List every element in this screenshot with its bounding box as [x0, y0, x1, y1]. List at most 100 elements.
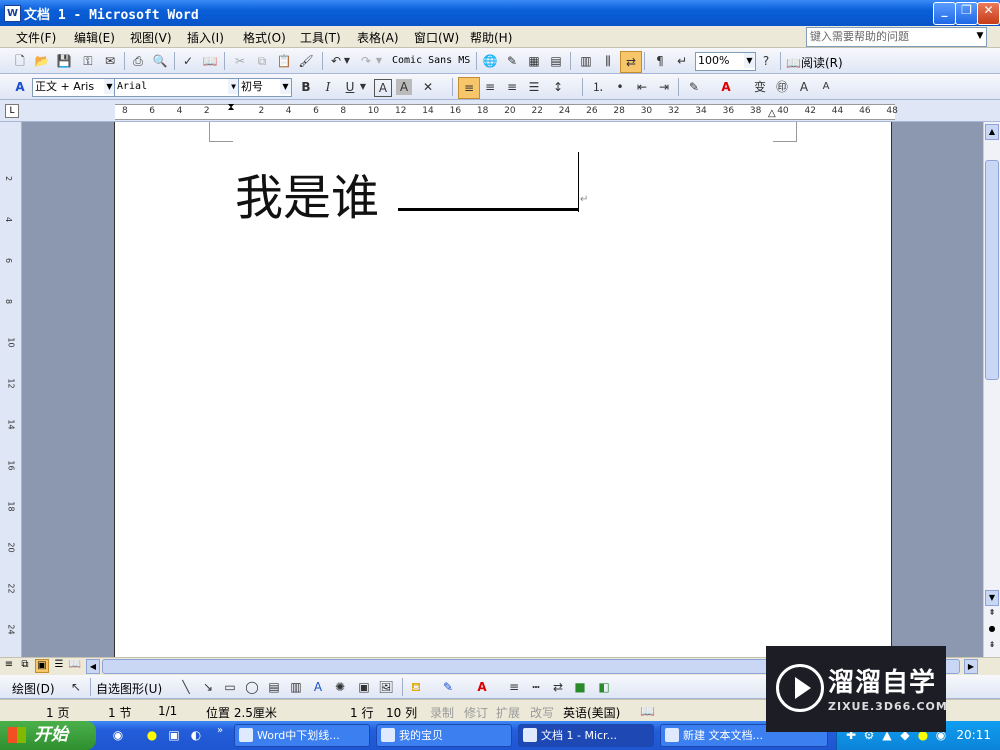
- fill-color-icon[interactable]: ⛾: [406, 677, 426, 697]
- char-scaling-icon[interactable]: ✕: [418, 77, 438, 97]
- chevron-down-icon[interactable]: ▼: [342, 51, 352, 71]
- pilcrow-icon[interactable]: ↵: [672, 51, 692, 71]
- help-search-input[interactable]: 键入需要帮助的问题 ▼: [806, 27, 987, 47]
- spelling-icon[interactable]: ✓: [178, 51, 198, 71]
- oval-icon[interactable]: ◯: [242, 677, 262, 697]
- browse-object-icon[interactable]: ●: [985, 624, 999, 638]
- restore-button[interactable]: ❐: [955, 2, 978, 25]
- clock[interactable]: 20:11: [956, 728, 991, 742]
- prev-page-icon[interactable]: ⇞: [985, 608, 999, 622]
- print-preview-icon[interactable]: 🔍: [150, 51, 170, 71]
- chevron-down-icon[interactable]: ▼: [374, 51, 384, 71]
- scroll-up-arrow[interactable]: ▲: [985, 124, 999, 140]
- redo-icon[interactable]: ↷: [356, 51, 376, 71]
- menu-insert[interactable]: 插入(I): [187, 29, 224, 46]
- select-objects-icon[interactable]: ↖: [66, 677, 86, 697]
- arrow-style-icon[interactable]: ⇄: [548, 677, 568, 697]
- underline-button[interactable]: U: [340, 77, 360, 97]
- email-icon[interactable]: ✉: [100, 51, 120, 71]
- menu-edit[interactable]: 编辑(E): [74, 29, 115, 46]
- menu-tools[interactable]: 工具(T): [300, 29, 341, 46]
- scroll-down-arrow[interactable]: ▼: [985, 590, 999, 606]
- save-icon[interactable]: 💾: [54, 51, 74, 71]
- reading-view-icon[interactable]: 📖: [68, 659, 82, 673]
- outline-view-icon[interactable]: ☰: [52, 659, 66, 673]
- status-trk[interactable]: 修订: [464, 704, 488, 721]
- show-hide-icon[interactable]: ¶: [650, 51, 670, 71]
- copy-icon[interactable]: ⧉: [252, 51, 272, 71]
- insert-picture-icon[interactable]: 🖼: [376, 677, 396, 697]
- task-word-underline[interactable]: Word中下划线...: [234, 724, 370, 747]
- highlight-icon[interactable]: ✎: [684, 77, 704, 97]
- vertical-ruler[interactable]: 2 4 6 8 10 12 14 16 18 20 22 24: [0, 122, 22, 657]
- vertical-textbox-icon[interactable]: ▥: [286, 677, 306, 697]
- menu-table[interactable]: 表格(A): [357, 29, 399, 46]
- arrow-icon[interactable]: ↘: [198, 677, 218, 697]
- help-icon[interactable]: ?: [756, 51, 776, 71]
- 3d-icon[interactable]: ◧: [594, 677, 614, 697]
- justify-icon[interactable]: ☰: [524, 77, 544, 97]
- print-icon[interactable]: ⎙: [128, 51, 148, 71]
- font-select[interactable]: Arial ▼: [114, 78, 240, 97]
- scroll-left-arrow[interactable]: ◀: [86, 659, 100, 674]
- font-size-select[interactable]: 初号 ▼: [238, 78, 292, 97]
- align-left-icon[interactable]: ≡: [458, 77, 480, 99]
- menu-format[interactable]: 格式(O): [243, 29, 286, 46]
- document-map-icon[interactable]: ⇄: [620, 51, 642, 73]
- insert-table-icon[interactable]: ▦: [524, 51, 544, 71]
- permission-icon[interactable]: ⚿: [78, 51, 98, 71]
- next-page-icon[interactable]: ⇟: [985, 640, 999, 654]
- clipart-icon[interactable]: ▣: [354, 677, 374, 697]
- style-select[interactable]: 正文 + Aris ▼: [32, 78, 116, 97]
- menu-view[interactable]: 视图(V): [130, 29, 172, 46]
- indent-marker[interactable]: ⧗: [225, 102, 237, 120]
- menu-help[interactable]: 帮助(H): [470, 29, 512, 46]
- align-center-icon[interactable]: ≡: [480, 77, 500, 97]
- font-color-icon[interactable]: A: [472, 677, 492, 697]
- scroll-right-arrow[interactable]: ▶: [964, 659, 978, 674]
- styles-icon[interactable]: A: [10, 77, 30, 97]
- rectangle-icon[interactable]: ▭: [220, 677, 240, 697]
- bullets-icon[interactable]: •: [610, 77, 630, 97]
- status-ovr[interactable]: 改写: [530, 704, 554, 721]
- quicklaunch-icon[interactable]: ◐: [186, 725, 206, 745]
- vertical-scrollbar[interactable]: ▲ ▼ ⇞ ● ⇟: [983, 122, 1000, 657]
- zoom-select[interactable]: 100% ▼: [695, 52, 756, 71]
- quicklaunch-icon[interactable]: ●: [142, 725, 162, 745]
- document-page[interactable]: 我是谁 ↵: [114, 122, 892, 657]
- web-view-icon[interactable]: ⧉: [18, 659, 32, 673]
- status-rec[interactable]: 录制: [430, 704, 454, 721]
- open-folder-icon[interactable]: 📂: [32, 51, 52, 71]
- phonetic-guide-icon[interactable]: 变: [750, 77, 770, 97]
- columns-icon[interactable]: ▥: [576, 51, 596, 71]
- normal-view-icon[interactable]: ≡: [2, 659, 16, 673]
- format-painter-icon[interactable]: 🖌: [296, 51, 316, 71]
- dash-style-icon[interactable]: ┅: [526, 677, 546, 697]
- close-button[interactable]: ✕: [977, 2, 1000, 25]
- align-right-icon[interactable]: ≡: [502, 77, 522, 97]
- menu-file[interactable]: 文件(F): [16, 29, 56, 46]
- numbering-icon[interactable]: ⒈: [588, 77, 608, 97]
- paste-icon[interactable]: 📋: [274, 51, 294, 71]
- new-document-icon[interactable]: 🗋: [10, 51, 30, 71]
- char-shading-icon[interactable]: A: [396, 79, 412, 95]
- textbox-icon[interactable]: ▤: [264, 677, 284, 697]
- bold-button[interactable]: B: [296, 77, 316, 97]
- italic-button[interactable]: I: [318, 77, 338, 97]
- research-icon[interactable]: 📖: [200, 51, 220, 71]
- hyperlink-icon[interactable]: 🌐: [480, 51, 500, 71]
- line-spacing-icon[interactable]: ↕: [548, 77, 568, 97]
- task-my-baby[interactable]: 我的宝贝: [376, 724, 512, 747]
- shadow-icon[interactable]: ■: [570, 677, 590, 697]
- line-color-icon[interactable]: ✎: [438, 677, 458, 697]
- chevron-down-icon[interactable]: ▼: [974, 28, 986, 44]
- cut-icon[interactable]: ✂: [230, 51, 250, 71]
- quicklaunch-icon[interactable]: ◉: [108, 725, 128, 745]
- read-button[interactable]: 📖阅读(R): [786, 54, 843, 71]
- line-icon[interactable]: ╲: [176, 677, 196, 697]
- diagram-icon[interactable]: ✺: [330, 677, 350, 697]
- word-doc-icon[interactable]: W: [4, 5, 21, 22]
- document-text[interactable]: 我是谁: [235, 158, 379, 228]
- grow-font-icon[interactable]: A: [794, 77, 814, 97]
- chevron-down-icon[interactable]: ▼: [358, 77, 368, 97]
